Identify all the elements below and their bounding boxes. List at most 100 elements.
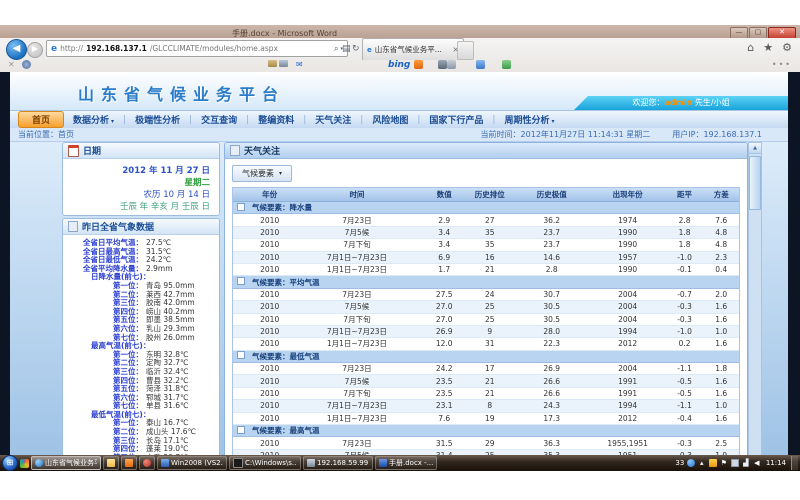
nav-item-5[interactable]: 天气关注 bbox=[306, 113, 360, 126]
messenger-icon[interactable] bbox=[687, 459, 695, 467]
more-dots-icon[interactable]: ••• bbox=[772, 60, 792, 69]
apps-grid-icon[interactable] bbox=[502, 60, 511, 69]
weekday: 星期二 bbox=[63, 177, 210, 189]
rank-line: 第四位：曹县 32.2℃ bbox=[69, 377, 219, 386]
translate-icon[interactable] bbox=[476, 60, 485, 69]
home-icon[interactable]: ⌂ bbox=[747, 41, 754, 54]
table-row[interactable]: 20101月1日~7月23日1.7212.81990-0.10.4 bbox=[233, 264, 739, 276]
security-icon[interactable] bbox=[709, 459, 717, 467]
table-row[interactable]: 20107月1日~7月23日26.9928.01994-1.01.0 bbox=[233, 326, 739, 338]
taskbar-button-5[interactable]: C:\Windows\s... bbox=[229, 456, 301, 470]
back-button[interactable]: ◀ bbox=[6, 39, 27, 60]
show-hidden-icons[interactable]: ▴ bbox=[698, 459, 706, 467]
ime-badge[interactable]: 33 bbox=[676, 459, 684, 467]
weather-table: 年份时间数值历史排位历史极值出现年份距平方差气候要素：降水量20107月23日2… bbox=[232, 187, 740, 455]
camera-icon[interactable] bbox=[438, 60, 456, 69]
nav-item-0[interactable]: 首页 bbox=[18, 111, 64, 128]
page-title: 山东省气候业务平台 bbox=[78, 81, 285, 105]
browser-tab[interactable]: e 山东省气候业务平... × bbox=[362, 38, 464, 60]
nav-item-3[interactable]: 交互查询 bbox=[192, 113, 246, 126]
network-icon[interactable]: ▟ bbox=[742, 459, 750, 467]
nav-item-8[interactable]: 周期性分析▾ bbox=[495, 113, 563, 126]
app-orange-icon[interactable] bbox=[414, 60, 423, 69]
close-bar-icon[interactable]: ✕ bbox=[8, 60, 15, 69]
chevron-down-icon: ▾ bbox=[279, 170, 282, 177]
start-button[interactable]: ⊞ bbox=[2, 455, 18, 471]
address-bar[interactable]: e http://192.168.137.1/GLCCLIMATE/module… bbox=[46, 40, 348, 57]
addon-circle-icon[interactable] bbox=[22, 60, 31, 69]
flag-icon[interactable]: ⚑ bbox=[720, 459, 728, 467]
favorites-star-icon[interactable]: ★ bbox=[763, 41, 773, 54]
rank-line: 第二位：定陶 32.7℃ bbox=[69, 359, 219, 368]
table-row[interactable]: 20107月下旬3.43523.719901.84.8 bbox=[233, 239, 739, 251]
taskbar-clock[interactable]: 11:14 bbox=[766, 459, 786, 467]
refresh-icon[interactable]: ↻ bbox=[352, 44, 360, 54]
row-checkbox[interactable] bbox=[237, 203, 245, 211]
table-row[interactable]: 20107月1日~7月23日6.91614.61957-1.02.3 bbox=[233, 252, 739, 264]
table-row[interactable]: 20101月1日~7月23日12.03122.320120.21.6 bbox=[233, 338, 739, 350]
bing-logo[interactable]: bing bbox=[388, 60, 410, 70]
scrollbar-thumb[interactable] bbox=[749, 156, 761, 210]
taskbar-button-2[interactable] bbox=[121, 456, 137, 470]
table-row[interactable]: 20107月23日24.21726.92004-1.11.8 bbox=[233, 363, 739, 375]
chevron-down-icon: ▾ bbox=[111, 118, 114, 125]
scroll-up-icon[interactable]: ▲ bbox=[749, 143, 761, 154]
nav-item-7[interactable]: 国家下行产品 bbox=[420, 113, 492, 126]
table-row[interactable]: 20107月23日27.52430.72004-0.72.0 bbox=[233, 289, 739, 301]
taskbar-button-0[interactable]: 山东省气候业务平台 bbox=[31, 456, 101, 470]
url-host: 192.168.137.1 bbox=[86, 44, 147, 53]
table-row[interactable]: 20107月下旬27.02530.52004-0.31.6 bbox=[233, 314, 739, 326]
panel-scrollbar[interactable]: ▲ bbox=[748, 142, 762, 455]
table-row[interactable]: 20101月1日~7月23日7.61917.32012-0.41.6 bbox=[233, 413, 739, 425]
table-row[interactable]: 20107月23日2.92736.219742.87.6 bbox=[233, 214, 739, 226]
show-desktop-button[interactable] bbox=[791, 456, 798, 470]
taskbar-button-7[interactable]: 手册.docx -... bbox=[375, 456, 437, 470]
rank-line: 第四位：崂山 40.2mm bbox=[69, 308, 219, 317]
calendar-icon bbox=[68, 145, 79, 157]
table-row[interactable]: 20107月5候27.02530.52004-0.31.6 bbox=[233, 301, 739, 313]
table-row[interactable]: 20107月23日31.52936.31955,1951-0.32.5 bbox=[233, 437, 739, 449]
lunar-date: 农历 10 月 14 日 bbox=[63, 189, 210, 201]
tools-gear-icon[interactable]: ⚙ bbox=[782, 41, 792, 54]
rank-line: 第一位：东明 32.8℃ bbox=[69, 351, 219, 360]
rank-line: 第三位：胶南 42.0mm bbox=[69, 299, 219, 308]
table-group-row: 气候要素：最高气温 bbox=[233, 425, 739, 437]
nav-item-6[interactable]: 风险地图 bbox=[363, 113, 417, 126]
nav-item-2[interactable]: 极端性分析 bbox=[126, 113, 189, 126]
volume-icon[interactable]: ◀ bbox=[753, 459, 761, 467]
taskbar-button-4[interactable]: Win2008 (VS2... bbox=[157, 456, 227, 470]
compatibility-icon[interactable]: ▤ bbox=[342, 44, 351, 54]
pictures-icon[interactable] bbox=[268, 60, 290, 69]
taskbar-button-6[interactable]: 192.168.59.99... bbox=[303, 456, 373, 470]
rank-line: 第五位：菏泽 31.8℃ bbox=[69, 385, 219, 394]
rank-section-heading: 日降水量(前七)： bbox=[69, 273, 219, 282]
row-checkbox[interactable] bbox=[237, 277, 245, 285]
new-tab-button[interactable] bbox=[457, 41, 474, 60]
row-checkbox[interactable] bbox=[237, 351, 245, 359]
url-prefix: http:// bbox=[60, 44, 83, 53]
table-group-row: 气候要素：平均气温 bbox=[233, 276, 739, 288]
ie-icon bbox=[35, 459, 43, 467]
username: admin bbox=[664, 98, 692, 107]
taskbar-button-3[interactable] bbox=[139, 456, 155, 470]
table-header-row: 年份时间数值历史排位历史极值出现年份距平方差 bbox=[233, 188, 739, 202]
word-icon bbox=[379, 459, 387, 467]
status-row: 当前位置：首页 当前时间：2012年11月27日 11:14:31 星期二 用户… bbox=[10, 128, 788, 142]
breadcrumb: 当前位置：首页 bbox=[18, 129, 74, 140]
nav-item-4[interactable]: 整编资料 bbox=[249, 113, 303, 126]
taskbar-button-1[interactable] bbox=[103, 456, 119, 470]
screenshot-icon[interactable] bbox=[731, 459, 739, 467]
element-filter-button[interactable]: 气候要素▾ bbox=[232, 165, 292, 182]
table-row[interactable]: 20107月1日~7月23日23.1824.31994-1.11.0 bbox=[233, 400, 739, 412]
nav-item-1[interactable]: 数据分析▾ bbox=[64, 113, 123, 126]
table-row[interactable]: 20107月下旬23.52126.61991-0.51.6 bbox=[233, 388, 739, 400]
table-row[interactable]: 20107月5候23.52126.61991-0.51.6 bbox=[233, 375, 739, 387]
pinned-app-icon[interactable] bbox=[20, 459, 29, 468]
table-row[interactable]: 20107月5候3.43523.719901.84.8 bbox=[233, 227, 739, 239]
gregorian-date: 2012 年 11 月 27 日 bbox=[63, 165, 210, 177]
forward-button[interactable]: ▶ bbox=[27, 42, 43, 58]
masthead: 山东省气候业务平台 欢迎您：admin 先生/小姐 bbox=[10, 72, 788, 110]
row-checkbox[interactable] bbox=[237, 426, 245, 434]
media-player-icon bbox=[143, 459, 151, 467]
mail-icon[interactable]: ✉ bbox=[296, 60, 303, 69]
